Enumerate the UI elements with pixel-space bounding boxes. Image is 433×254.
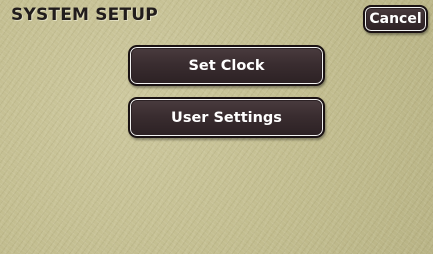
set-clock-button[interactable]: Set Clock (128, 45, 325, 86)
set-clock-button-label: Set Clock (188, 57, 265, 74)
user-settings-button[interactable]: User Settings (128, 97, 325, 138)
system-setup-screen: SYSTEM SETUP Cancel Set Clock User Setti… (0, 0, 433, 254)
cancel-button[interactable]: Cancel (363, 5, 428, 33)
page-title: SYSTEM SETUP (11, 5, 158, 25)
user-settings-button-label: User Settings (171, 109, 282, 126)
cancel-button-label: Cancel (369, 11, 422, 27)
